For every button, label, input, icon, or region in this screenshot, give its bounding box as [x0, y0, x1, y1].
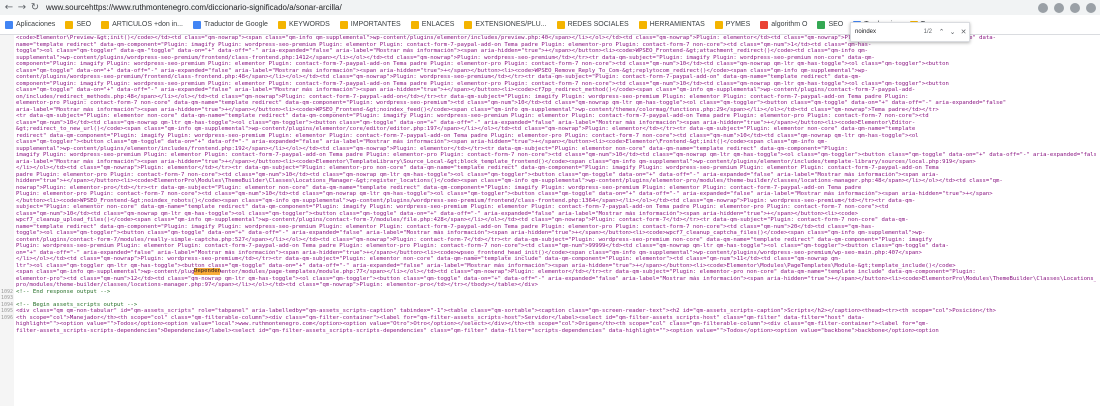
- bookmark-item[interactable]: KEYWORDS: [273, 20, 335, 29]
- bookmark-label: HERRAMIENTAS: [649, 21, 705, 28]
- folder-icon: [760, 20, 769, 29]
- bookmark-item[interactable]: algorithm O: [755, 20, 812, 29]
- bookmark-label: PYMES: [725, 21, 751, 28]
- address-bar[interactable]: www.sourcehttps://www.ruthmontenegro.com…: [46, 1, 342, 14]
- source-line: <span class="qm-info qm-supplemental">wp…: [16, 269, 976, 275]
- bookmark-label: SEO: [76, 21, 92, 28]
- bookmark-item[interactable]: IMPORTANTES: [335, 20, 406, 29]
- folder-icon: [65, 20, 74, 29]
- reload-icon[interactable]: ↻: [28, 1, 42, 14]
- find-next-icon[interactable]: ⌄: [947, 28, 958, 36]
- bookmark-label: algorithm O: [771, 21, 808, 28]
- source-line: component="Plugin: imagify Plugin: wordp…: [16, 61, 949, 67]
- find-input[interactable]: noindex: [851, 29, 924, 35]
- view-source-content: 1092 1093 1094 1095 1096 <code>Elementor\Pre…: [0, 35, 1100, 406]
- profile-icon[interactable]: [1070, 2, 1080, 13]
- folder-icon: [410, 20, 419, 29]
- folder-icon: [339, 20, 348, 29]
- source-line: Plugin: wordpress-seo-premium Plugin: el…: [16, 243, 949, 249]
- bookmark-item[interactable]: PYMES: [710, 20, 756, 29]
- back-icon[interactable]: ←: [2, 1, 16, 14]
- bookmark-item[interactable]: Traductor de Google: [188, 20, 273, 29]
- folder-icon: [277, 20, 286, 29]
- source-line: hidden="true">+</span></button><li><code…: [16, 178, 1003, 184]
- bookmark-label: SEO: [828, 21, 844, 28]
- find-bar: noindex 1/2 ⌃ ⌄ ✕: [850, 22, 970, 42]
- source-line: Plugin: elementor-pro Plugin: contact-fo…: [16, 191, 993, 197]
- folder-icon: [638, 20, 647, 29]
- line-gutter: 1092 1093 1094 1095 1096: [0, 35, 14, 406]
- source-line: imagify Plugin: wordpress-seo-premium Pl…: [16, 152, 1096, 158]
- bookmark-item[interactable]: EXTENSIONES/PLU...: [459, 20, 551, 29]
- bookmark-star-icon[interactable]: [1038, 2, 1048, 13]
- toolbar-icons: [1038, 1, 1096, 14]
- bookmark-item[interactable]: REDES SOCIALES: [552, 20, 634, 29]
- bookmark-label: KEYWORDS: [288, 21, 330, 28]
- folder-icon: [556, 20, 565, 29]
- folder-icon: [192, 20, 201, 29]
- menu-icon[interactable]: [1086, 2, 1096, 13]
- bookmark-label: Aplicaciones: [16, 21, 56, 28]
- address-bar-row: ← → ↻ www.sourcehttps://www.ruthmonteneg…: [0, 0, 1100, 15]
- bookmark-label: EXTENSIONES/PLU...: [475, 21, 547, 28]
- folder-icon: [714, 20, 723, 29]
- bookmark-label: ARTICULOS +don in...: [112, 21, 183, 28]
- folder-icon: [817, 20, 826, 29]
- bookmark-item[interactable]: SEO: [60, 20, 96, 29]
- find-count: 1/2: [923, 29, 932, 35]
- bookmark-label: REDES SOCIALES: [567, 21, 629, 28]
- source-line: <div class="qm qm-non-tabular" id="qm-as…: [16, 308, 997, 314]
- bookmark-label: Traductor de Google: [203, 21, 268, 28]
- bookmark-item[interactable]: SEO: [812, 20, 848, 29]
- find-close-icon[interactable]: ✕: [958, 28, 969, 36]
- find-highlight: Dependen: [194, 268, 221, 275]
- bookmark-item[interactable]: ARTICULOS +don in...: [96, 20, 188, 29]
- bookmark-label: ENLACES: [421, 21, 455, 28]
- folder-icon: [464, 20, 473, 29]
- extension-icon[interactable]: [1054, 2, 1064, 13]
- bookmark-item[interactable]: ENLACES: [406, 20, 460, 29]
- folder-icon: [5, 20, 13, 29]
- bookmark-label: IMPORTANTES: [350, 21, 401, 28]
- source-line: filter-assets_scripts-scripts-dependenci…: [16, 327, 939, 334]
- bookmark-item[interactable]: Aplicaciones: [0, 20, 60, 29]
- source-line: </li></ol></td><td class="qm-nowrap">Plu…: [16, 165, 939, 171]
- source-lines: <code>Elementor\Preview-&gt;init()</code…: [16, 35, 1096, 334]
- forward-icon[interactable]: →: [15, 1, 29, 14]
- line-number: 1096: [1, 314, 14, 321]
- find-prev-icon[interactable]: ⌃: [936, 28, 947, 36]
- source-line: elementor-pro Plugin: contact-form-7 non…: [16, 100, 1007, 106]
- folder-icon: [101, 20, 110, 29]
- bookmark-item[interactable]: HERRAMIENTAS: [634, 20, 710, 29]
